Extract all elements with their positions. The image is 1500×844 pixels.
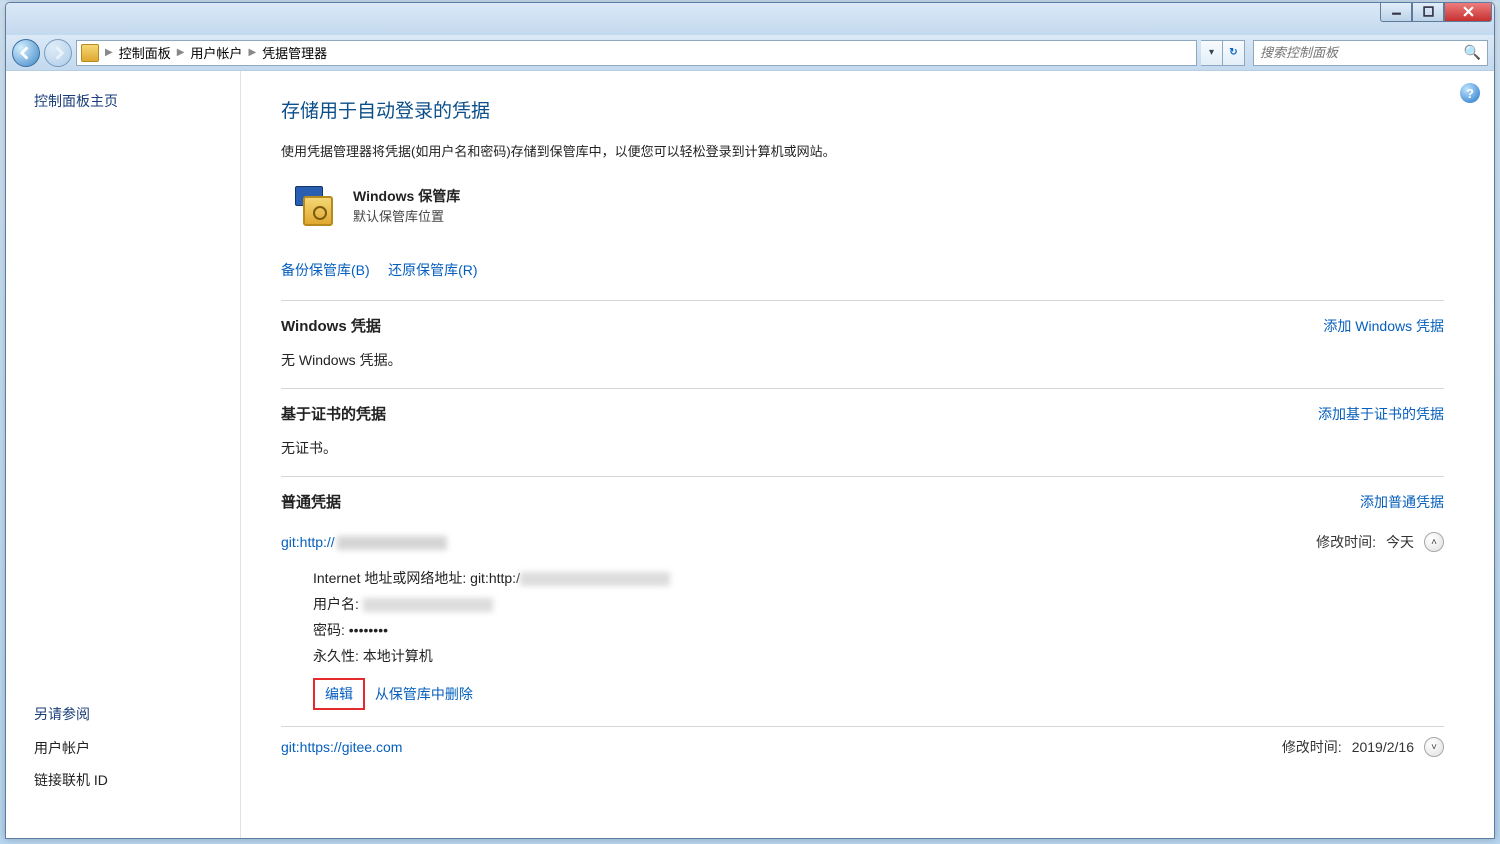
windows-credentials-empty: 无 Windows 凭据。 <box>281 346 1444 388</box>
redacted-text <box>337 536 447 550</box>
chevron-right-icon[interactable]: ▶ <box>177 47 185 58</box>
section-title-generic: 普通凭据 <box>281 491 341 512</box>
sidebar: 控制面板主页 另请参阅 用户帐户 链接联机 ID <box>6 71 241 838</box>
vault-location: 默认保管库位置 <box>353 206 460 225</box>
back-button[interactable] <box>12 39 40 67</box>
titlebar <box>6 3 1494 35</box>
search-box[interactable]: 🔍 <box>1253 40 1488 66</box>
section-title-cert: 基于证书的凭据 <box>281 403 386 424</box>
navbar: ▶ 控制面板 ▶ 用户帐户 ▶ 凭据管理器 ▾ ↻ 🔍 <box>6 35 1494 71</box>
credential-row[interactable]: git:http:// 修改时间: 今天 ˄ <box>281 522 1444 562</box>
credential-user-label: 用户名 <box>313 596 355 612</box>
sidebar-item-link-online-id[interactable]: 链接联机 ID <box>34 770 240 790</box>
remove-credential-link[interactable]: 从保管库中删除 <box>375 686 473 702</box>
sidebar-home-link[interactable]: 控制面板主页 <box>34 91 240 111</box>
address-bar[interactable]: ▶ 控制面板 ▶ 用户帐户 ▶ 凭据管理器 <box>76 40 1197 66</box>
forward-button[interactable] <box>44 39 72 67</box>
vault-name: Windows 保管库 <box>353 186 460 206</box>
search-input[interactable] <box>1260 45 1450 60</box>
credential-name: git:http:// <box>281 534 447 550</box>
add-cert-credential-link[interactable]: 添加基于证书的凭据 <box>1318 404 1444 424</box>
chevron-down-icon[interactable]: ˅ <box>1424 737 1444 757</box>
credential-modified-label: 修改时间: <box>1282 737 1342 757</box>
cert-credentials-empty: 无证书。 <box>281 434 1444 476</box>
search-icon[interactable]: 🔍 <box>1464 44 1481 61</box>
breadcrumb[interactable]: 凭据管理器 <box>262 43 327 62</box>
credential-name: git:https://gitee.com <box>281 739 402 755</box>
address-dropdown-button[interactable]: ▾ <box>1201 40 1223 66</box>
credential-details: Internet 地址或网络地址: git:http:/ 用户名: 密码: ••… <box>281 568 1444 726</box>
credential-password-label: 密码: <box>313 622 345 638</box>
restore-vault-link[interactable]: 还原保管库(R) <box>388 262 477 278</box>
page-title: 存储用于自动登录的凭据 <box>281 96 1444 123</box>
credential-persist-label: 永久性: <box>313 648 359 664</box>
vault-icon <box>295 186 339 230</box>
minimize-button[interactable] <box>1380 2 1412 22</box>
redacted-text <box>520 572 670 586</box>
add-generic-credential-link[interactable]: 添加普通凭据 <box>1360 492 1444 512</box>
sidebar-item-user-accounts[interactable]: 用户帐户 <box>34 738 240 758</box>
credential-modified-value: 2019/2/16 <box>1352 739 1414 755</box>
chevron-right-icon[interactable]: ▶ <box>105 47 113 58</box>
credential-address-label: Internet 地址或网络地址: <box>313 570 466 586</box>
main-pane: 存储用于自动登录的凭据 使用凭据管理器将凭据(如用户名和密码)存储到保管库中，以… <box>241 71 1494 838</box>
folder-icon <box>81 44 99 62</box>
credential-row[interactable]: git:https://gitee.com 修改时间: 2019/2/16 ˅ <box>281 727 1444 767</box>
backup-vault-link[interactable]: 备份保管库(B) <box>281 262 370 278</box>
edit-credential-link[interactable]: 编辑 <box>313 678 365 710</box>
chevron-right-icon[interactable]: ▶ <box>248 47 256 58</box>
credential-address-value: git:http:/ <box>470 570 520 586</box>
refresh-button[interactable]: ↻ <box>1223 40 1245 66</box>
credential-modified-label: 修改时间: <box>1316 532 1376 552</box>
redacted-text <box>363 598 493 612</box>
section-title-windows: Windows 凭据 <box>281 315 381 336</box>
sidebar-see-also-heading: 另请参阅 <box>34 704 240 724</box>
window: ▶ 控制面板 ▶ 用户帐户 ▶ 凭据管理器 ▾ ↻ 🔍 ? 控制面板主页 另请参… <box>5 2 1495 839</box>
breadcrumb[interactable]: 用户帐户 <box>190 43 242 62</box>
maximize-button[interactable] <box>1412 2 1444 22</box>
close-button[interactable] <box>1444 2 1492 22</box>
chevron-up-icon[interactable]: ˄ <box>1424 532 1444 552</box>
credential-persist-value: 本地计算机 <box>363 648 433 664</box>
page-description: 使用凭据管理器将凭据(如用户名和密码)存储到保管库中，以便您可以轻松登录到计算机… <box>281 141 1444 160</box>
credential-modified-value: 今天 <box>1386 532 1414 552</box>
breadcrumb[interactable]: 控制面板 <box>119 43 171 62</box>
vault-block: Windows 保管库 默认保管库位置 <box>295 186 1444 230</box>
credential-password-value: •••••••• <box>349 622 388 638</box>
add-windows-credential-link[interactable]: 添加 Windows 凭据 <box>1323 316 1444 336</box>
